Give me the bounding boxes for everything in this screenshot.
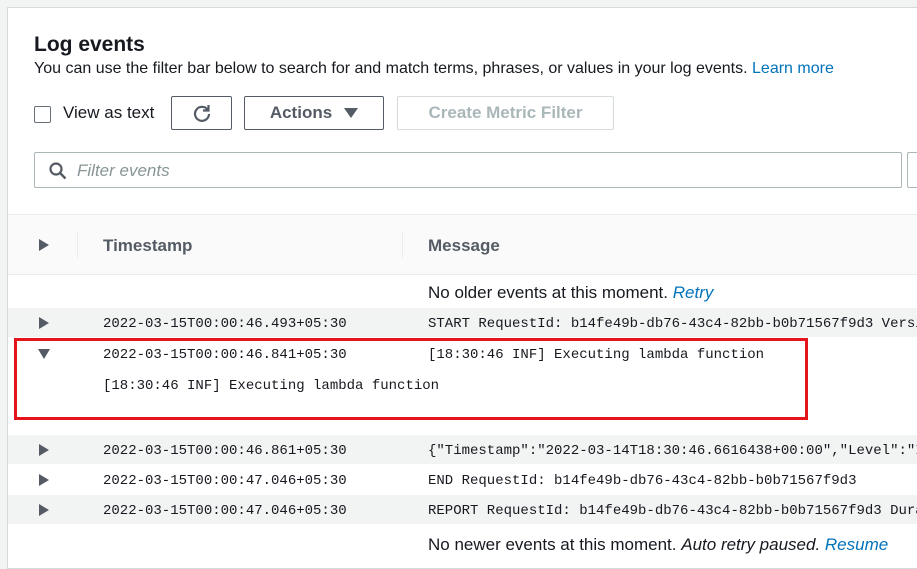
- view-as-text-checkbox[interactable]: [34, 106, 51, 123]
- table-row[interactable]: 2022-03-15T00:00:46.493+05:30 START Requ…: [8, 308, 917, 337]
- column-divider: [77, 232, 78, 258]
- page-title: Log events: [34, 33, 145, 56]
- column-divider: [402, 232, 403, 258]
- table-row[interactable]: 2022-03-15T00:00:46.861+05:30 {"Timestam…: [8, 435, 917, 464]
- column-header-message[interactable]: Message: [428, 236, 500, 256]
- row-timestamp: 2022-03-15T00:00:46.493+05:30: [103, 316, 347, 332]
- description-text: You can use the filter bar below to sear…: [34, 60, 748, 77]
- create-metric-filter-button[interactable]: Create Metric Filter: [397, 96, 614, 130]
- newer-status-text: No newer events at this moment.: [428, 535, 677, 554]
- row-message: REPORT RequestId: b14fe49b-db76-43c4-82b…: [428, 503, 917, 519]
- caret-down-icon: [344, 108, 359, 118]
- learn-more-link[interactable]: Learn more: [752, 60, 834, 77]
- refresh-button[interactable]: [171, 96, 232, 130]
- row-message: START RequestId: b14fe49b-db76-43c4-82bb…: [428, 316, 917, 332]
- table-row[interactable]: 2022-03-15T00:00:47.046+05:30 REPORT Req…: [8, 495, 917, 524]
- row-timestamp: 2022-03-15T00:00:47.046+05:30: [103, 503, 347, 519]
- time-range-input[interactable]: [907, 152, 917, 188]
- table-row[interactable]: 2022-03-15T00:00:47.046+05:30 END Reques…: [8, 465, 917, 494]
- row-message: {"Timestamp":"2022-03-14T18:30:46.661643…: [428, 443, 917, 459]
- table-header: Timestamp Message: [8, 214, 917, 275]
- column-header-timestamp[interactable]: Timestamp: [103, 236, 192, 256]
- filter-events-placeholder: Filter events: [77, 161, 170, 180]
- retry-link[interactable]: Retry: [673, 283, 714, 302]
- actions-dropdown-button[interactable]: Actions: [244, 96, 384, 130]
- row-timestamp: 2022-03-15T00:00:46.861+05:30: [103, 443, 347, 459]
- expand-row-icon[interactable]: [39, 317, 49, 329]
- view-as-text-label: View as text: [63, 103, 155, 122]
- expand-all-toggle[interactable]: [39, 239, 49, 251]
- log-events-panel: Log events You can use the filter bar be…: [7, 7, 917, 569]
- page-description: You can use the filter bar below to sear…: [34, 60, 834, 78]
- expand-row-icon[interactable]: [39, 444, 49, 456]
- row-timestamp: 2022-03-15T00:00:47.046+05:30: [103, 473, 347, 489]
- actions-label: Actions: [269, 103, 333, 122]
- auto-retry-text: Auto retry paused.: [681, 535, 821, 554]
- refresh-icon: [193, 105, 210, 122]
- expand-all-icon: [39, 239, 49, 251]
- newer-events-status: No newer events at this moment. Auto ret…: [428, 535, 888, 555]
- resume-link[interactable]: Resume: [825, 535, 888, 554]
- older-status-text: No older events at this moment.: [428, 283, 669, 302]
- highlight-annotation: [14, 338, 808, 420]
- expand-row-icon[interactable]: [39, 504, 49, 516]
- filter-events-input[interactable]: Filter events: [34, 152, 902, 188]
- search-icon: [49, 162, 67, 180]
- row-message: END RequestId: b14fe49b-db76-43c4-82bb-b…: [428, 473, 857, 489]
- expand-row-icon[interactable]: [39, 474, 49, 486]
- older-events-status: No older events at this moment. Retry: [428, 283, 713, 303]
